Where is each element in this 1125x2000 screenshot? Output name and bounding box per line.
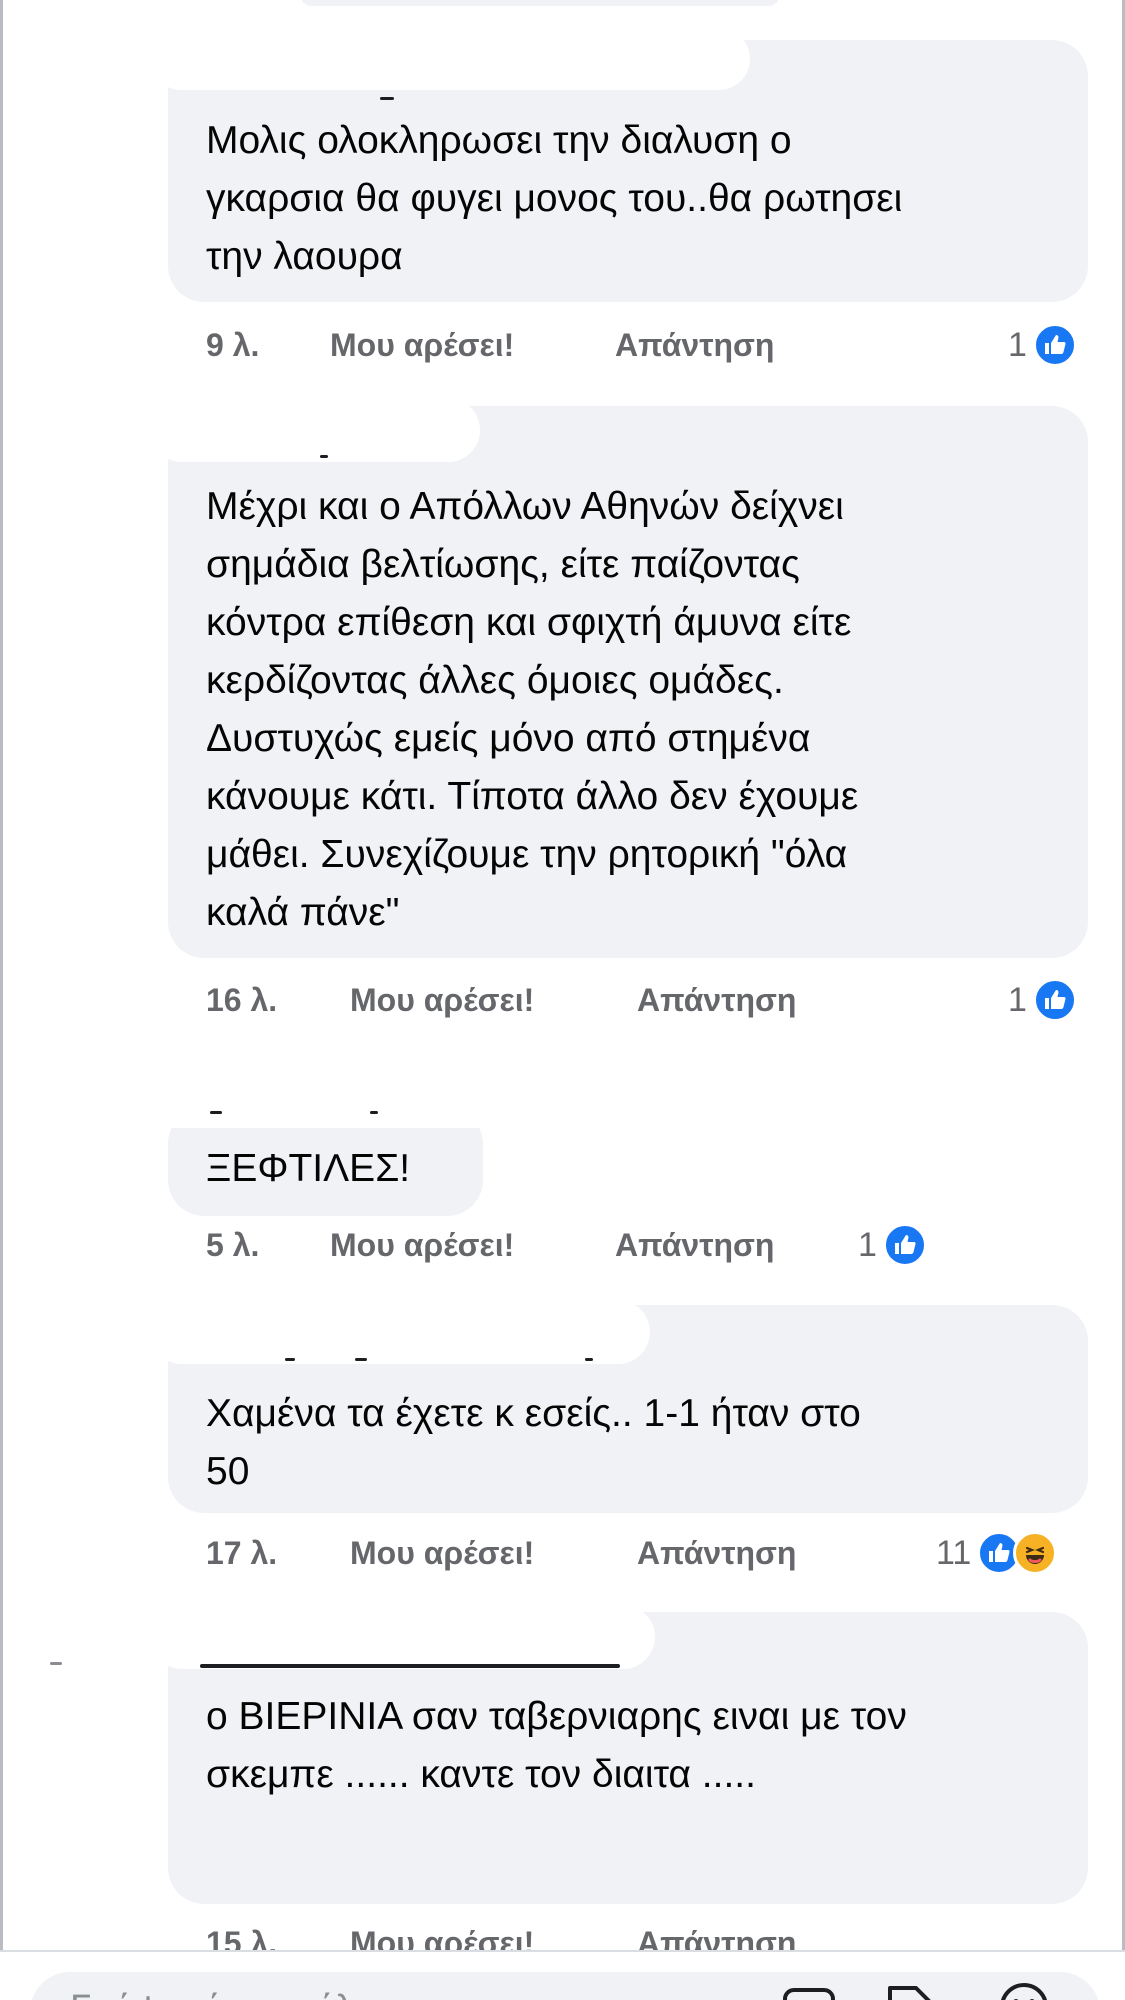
author-name-fragment: [380, 97, 394, 100]
comment-text: Μολις ολοκληρωσει την διαλυση ο γκαρσια …: [206, 119, 903, 278]
gif-icon[interactable]: [780, 1978, 838, 2000]
comment-text: Χαμένα τα έχετε κ εσείς.. 1-1 ήταν στο 5…: [206, 1392, 861, 1493]
reply-button[interactable]: Απάντηση: [637, 1528, 796, 1578]
reaction-summary[interactable]: 1: [858, 1220, 927, 1270]
reaction-summary[interactable]: 1: [1008, 320, 1077, 370]
author-name-fragment: [370, 1111, 378, 1114]
reply-button[interactable]: Απάντηση: [615, 1220, 774, 1270]
reaction-count: 1: [858, 1226, 877, 1264]
author-name-fragment: [50, 1662, 62, 1665]
reaction-summary[interactable]: 1: [1008, 975, 1077, 1025]
redacted-author-name: [150, 1605, 655, 1669]
comment-text: Μέχρι και ο Απόλλων Αθηνών δείχνει σημάδ…: [206, 485, 859, 934]
comment-text: ΞΕΦΤΙΛΕΣ!: [206, 1147, 411, 1190]
redacted-author-name: [150, 398, 480, 462]
redacted-author-name: [150, 28, 750, 90]
like-button[interactable]: Μου αρέσει!: [350, 1528, 534, 1578]
comment-time[interactable]: 9 λ.: [206, 320, 259, 370]
comment-text: ο ΒΙΕΡΙΝΙΑ σαν ταβερνιαρης ειναι με τον …: [206, 1695, 907, 1796]
previous-comment-edge: [300, 0, 780, 6]
comment-time[interactable]: 16 λ.: [206, 975, 277, 1025]
sticker-icon[interactable]: [880, 1978, 938, 2000]
left-frame-border: [0, 0, 3, 1950]
comment-time[interactable]: 17 λ.: [206, 1528, 277, 1578]
comment-input-placeholder: Γράψτε ένα σχόλιο...: [70, 1988, 416, 2000]
redacted-author-name: [150, 1098, 510, 1128]
like-button[interactable]: Μου αρέσει!: [330, 320, 514, 370]
haha-icon: [1013, 1531, 1058, 1575]
like-icon: [1032, 978, 1077, 1022]
comments-screen: Μολις ολοκληρωσει την διαλυση ο γκαρσια …: [0, 0, 1125, 2000]
author-name-fragment: [200, 1664, 620, 1668]
reaction-summary[interactable]: 11: [936, 1528, 1058, 1578]
reply-button[interactable]: Απάντηση: [615, 320, 774, 370]
reaction-count: 1: [1008, 326, 1027, 364]
like-icon: [1032, 323, 1077, 367]
comment-composer: Γράψτε ένα σχόλιο...: [0, 1950, 1125, 2000]
reply-button[interactable]: Απάντηση: [637, 975, 796, 1025]
reaction-count: 1: [1008, 981, 1027, 1019]
redacted-author-name: [150, 1300, 650, 1364]
author-name-fragment: [585, 1358, 593, 1361]
like-icon: [882, 1223, 927, 1267]
author-name-fragment: [355, 1358, 367, 1361]
comment-time[interactable]: 5 λ.: [206, 1220, 259, 1270]
reaction-count: 11: [936, 1534, 972, 1572]
author-name-fragment: [285, 1358, 295, 1361]
author-name-fragment: [210, 1111, 222, 1114]
emoji-icon[interactable]: [995, 1978, 1053, 2000]
like-button[interactable]: Μου αρέσει!: [330, 1220, 514, 1270]
author-name-fragment: [320, 455, 328, 458]
like-button[interactable]: Μου αρέσει!: [350, 975, 534, 1025]
